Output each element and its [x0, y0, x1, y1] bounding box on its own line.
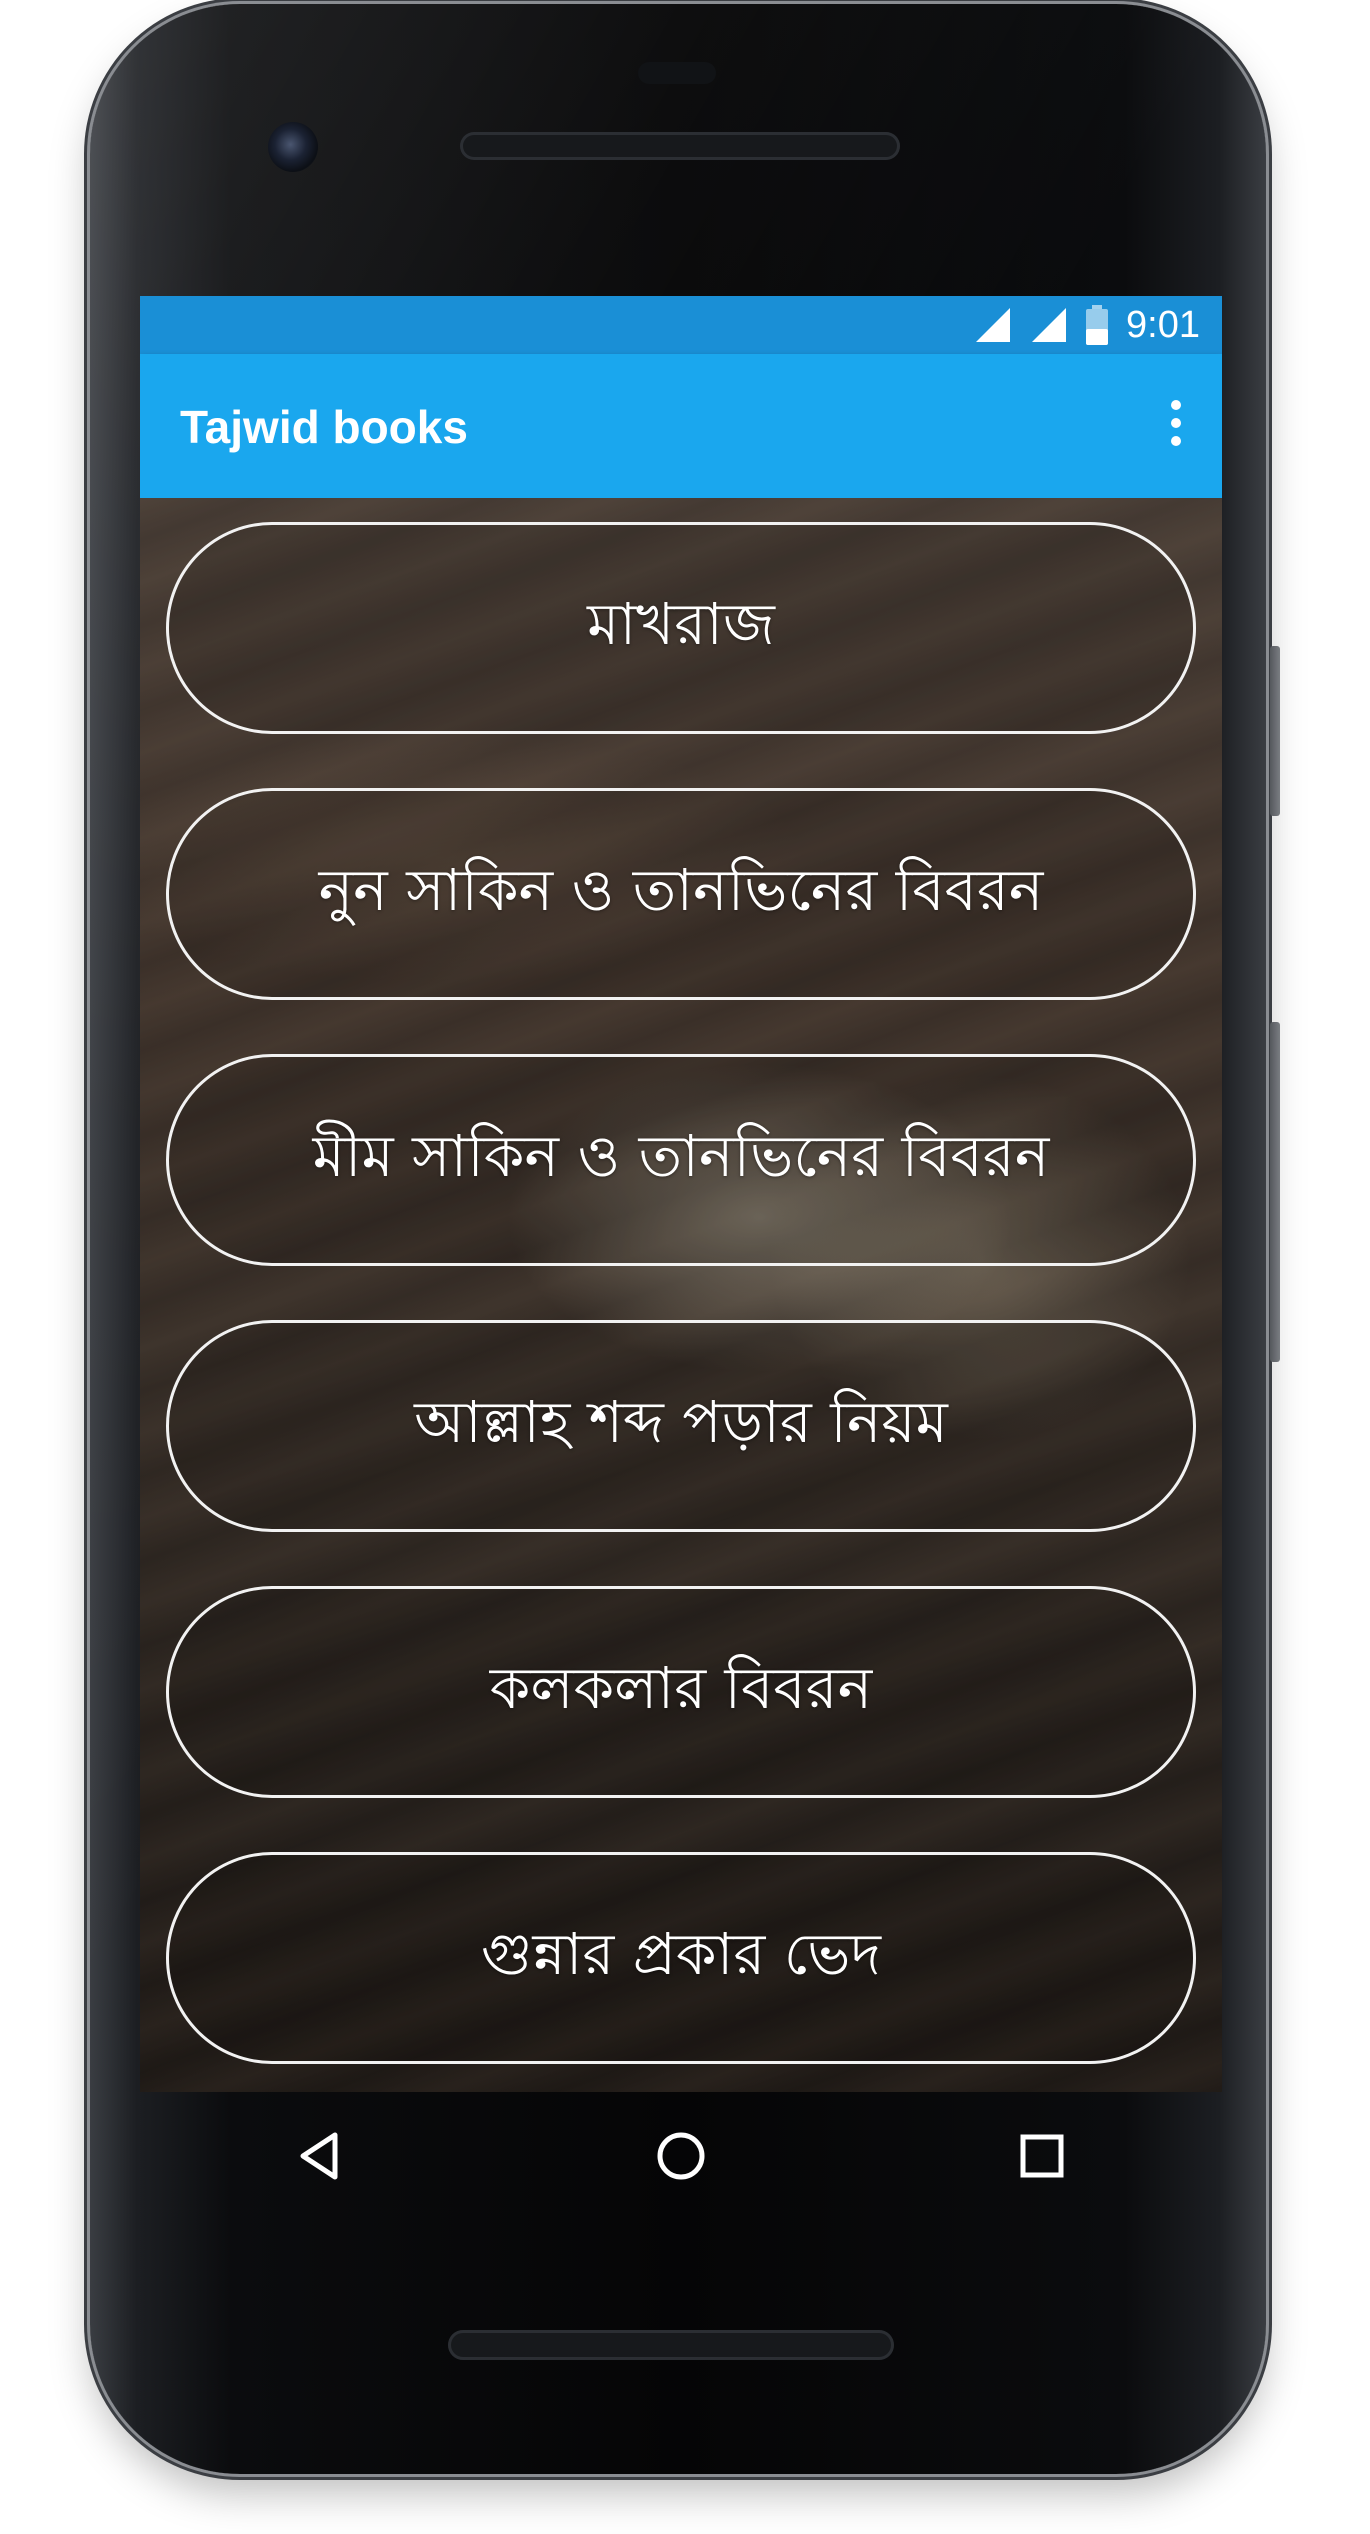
app-title: Tajwid books	[180, 401, 468, 453]
bottom-speaker	[448, 2330, 894, 2360]
back-icon	[300, 2132, 338, 2180]
earpiece-speaker	[460, 132, 900, 160]
battery-icon	[1086, 305, 1109, 345]
more-vert-icon[interactable]	[1168, 394, 1184, 454]
menu-button-makhraj[interactable]: মাখরাজ	[166, 522, 1196, 734]
home-button[interactable]	[636, 2111, 726, 2201]
menu-button-allah-rules[interactable]: আল্লাহ শব্দ পড়ার নিয়ম	[166, 1320, 1196, 1532]
power-button	[1270, 646, 1280, 816]
device-screen: 9:01 Tajwid books মাখরাজ নুন সাকিন ও তান…	[140, 296, 1222, 2092]
status-time: 9:01	[1126, 303, 1200, 346]
status-bar: 9:01	[140, 296, 1222, 354]
volume-button	[1270, 1022, 1280, 1362]
status-icons: 9:01	[974, 304, 1200, 346]
signal-icon	[1032, 308, 1067, 342]
signal-icon	[976, 308, 1011, 342]
proximity-sensor	[638, 62, 716, 84]
front-camera	[268, 122, 318, 172]
menu-button-ghunna[interactable]: গুন্নার প্রকার ভেদ	[166, 1852, 1196, 2064]
menu-button-nun-sakin[interactable]: নুন সাকিন ও তানভিনের বিবরন	[166, 788, 1196, 1000]
home-icon	[657, 2132, 705, 2180]
menu-button-mim-sakin[interactable]: মীম সাকিন ও তানভিনের বিবরন	[166, 1054, 1196, 1266]
navigation-bar	[140, 2092, 1222, 2220]
recents-button[interactable]	[997, 2111, 1087, 2201]
menu-button-qalqala[interactable]: কলকলার বিবরন	[166, 1586, 1196, 1798]
content-area: মাখরাজ নুন সাকিন ও তানভিনের বিবরন মীম সা…	[140, 498, 1222, 2092]
recents-icon	[1020, 2134, 1064, 2178]
app-bar: Tajwid books	[140, 354, 1222, 498]
menu-list: মাখরাজ নুন সাকিন ও তানভিনের বিবরন মীম সা…	[166, 522, 1196, 2092]
back-button[interactable]	[275, 2111, 365, 2201]
